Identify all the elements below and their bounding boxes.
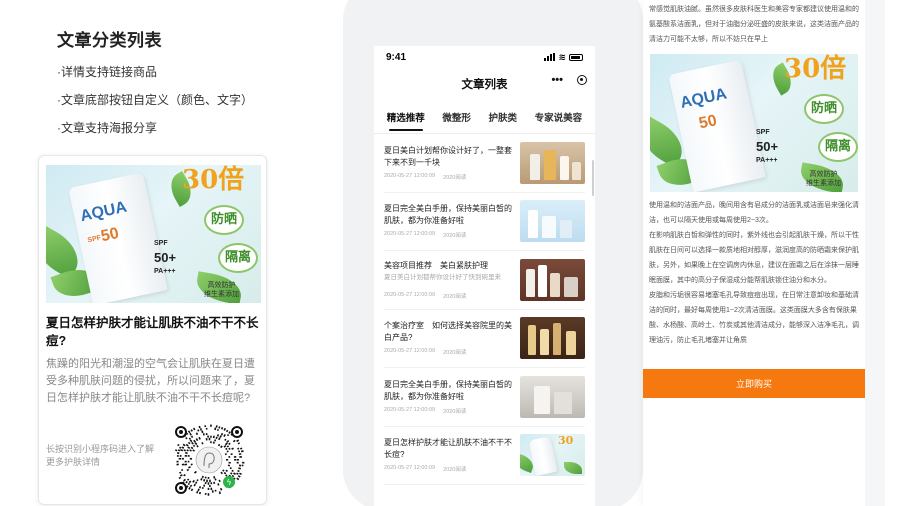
- article-title: 夏日完全美白手册，保持美丽白皙的肌肤，都为你准备好啦: [384, 204, 512, 226]
- features-panel: 文章分类列表 ·详情支持链接商品 ·文章底部按钮自定义（颜色、文字） ·文章支持…: [57, 26, 253, 147]
- image-caption: 维生素添加: [204, 291, 239, 298]
- article-date: 2020-05-27 12:00:09: [384, 348, 436, 355]
- feature-item: ·详情支持链接商品: [57, 65, 157, 79]
- article-thumbnail: [520, 258, 585, 301]
- article-item[interactable]: 夏日美白计划帮你设计好了，一整套下来不到一千块 2020-05-27 12:00…: [384, 134, 585, 193]
- close-miniprogram-icon[interactable]: [577, 75, 587, 85]
- feature-item: ·文章支持海报分享: [57, 121, 157, 135]
- article-date: 2020-05-27 12:00:09: [384, 172, 436, 179]
- screenshot-stage: 文章分类列表 ·详情支持链接商品 ·文章底部按钮自定义（颜色、文字） ·文章支持…: [0, 0, 899, 506]
- article-date: 2020-05-27 12:00:09: [384, 406, 436, 413]
- article-item[interactable]: 夏日怎样护肤才能让肌肤不油不干不长痘? 2020-05-27 12:00:09 2…: [384, 427, 585, 485]
- article-detail-page: 常感觉肌肤油腻。虽然很多皮肤科医生和美容专家都建议使用温和的氨基酸系洁面乳，但对…: [643, 0, 865, 506]
- phone-screen: 9:41 ≋ 文章列表 ••• 精选推荐 微整形 护肤类 专家说美容 夏日美白计…: [374, 46, 595, 506]
- pa-value: PA+++: [154, 268, 176, 275]
- article-item[interactable]: 夏日完全美白手册，保持美丽白皙的肌肤，都为你准备好啦 2020-05-27 12…: [384, 193, 585, 251]
- article-thumbnail: [520, 141, 585, 184]
- isolation-bubble: 隔离: [218, 243, 258, 273]
- brand-label: AQUA: [78, 198, 129, 226]
- article-title: 个案治疗室 如何选择美容院里的美白产品?: [384, 321, 512, 343]
- features-title: 文章分类列表: [57, 31, 162, 50]
- wifi-icon: ≋: [558, 51, 566, 62]
- detail-paragraph: 使用温和的洁面产品，晚间用含有皂成分的洁面乳或洁面皂来强化清洁，也可以隔天使用或…: [649, 202, 859, 224]
- article-title: 夏日怎样护肤才能让肌肤不油不干不长痘?: [384, 438, 512, 460]
- article-thumbnail: 30: [520, 434, 585, 477]
- nav-title: 文章列表: [461, 79, 508, 91]
- detail-side-rail: [865, 0, 885, 506]
- tab-micro-plastic[interactable]: 微整形: [440, 102, 473, 132]
- status-time: 9:41: [386, 51, 407, 63]
- image-caption: 高效防护: [207, 282, 236, 289]
- article-reads: 2020阅读: [443, 408, 467, 415]
- signal-icon: [544, 53, 556, 61]
- article-reads: 2020阅读: [443, 293, 467, 300]
- article-date: 2020-05-27 12:00:09: [384, 465, 436, 472]
- status-bar: 9:41 ≋: [374, 46, 595, 68]
- sunscreen-bubble: 防晒: [204, 205, 244, 235]
- spf-text: SPF: [154, 240, 168, 247]
- tab-featured[interactable]: 精选推荐: [385, 102, 427, 132]
- article-reads: 2020阅读: [443, 467, 467, 474]
- tab-expert-beauty[interactable]: 专家说美容: [533, 102, 585, 132]
- list-scrollbar[interactable]: [592, 160, 594, 196]
- article-title: 美容项目推荐 美白紧肤护理: [384, 260, 488, 270]
- miniprogram-qr-icon[interactable]: ϟ: [171, 422, 247, 498]
- article-date: 2020-05-27 12:00:09: [384, 231, 436, 238]
- article-item[interactable]: 个案治疗室 如何选择美容院里的美白产品? 2020-05-27 12:00:09…: [384, 310, 585, 368]
- miniprogram-capsule: •••: [551, 74, 587, 86]
- spf-label: SPF: [86, 234, 102, 245]
- article-thumbnail: [520, 375, 585, 418]
- article-thumbnail: [520, 200, 585, 243]
- article-item[interactable]: 夏日完全美白手册，保持美丽白皙的肌肤，都为你准备好啦 2020-05-27 12…: [384, 368, 585, 427]
- detail-paragraph: 皮脂和污垢很容易堵塞毛孔导致痘痘出现，在日常注意卸妆和基础清洁的同时，最好每周使…: [649, 292, 859, 344]
- article-thumbnail: [520, 317, 585, 360]
- poster-title: 夏日怎样护肤才能让肌肤不油不干不长痘?: [46, 316, 259, 348]
- more-icon[interactable]: •••: [551, 74, 563, 86]
- spf-value: 50+: [154, 250, 177, 265]
- article-title: 夏日美白计划帮你设计好了，一整套下来不到一千块: [384, 145, 512, 167]
- buy-now-button[interactable]: 立即购买: [643, 369, 865, 398]
- share-poster-card: AQUA SPF 50 SPF 50+ PA+++ 30倍 防晒 隔离 高效防护…: [38, 155, 267, 505]
- category-tabs: 精选推荐 微整形 护肤类 专家说美容: [374, 100, 595, 134]
- detail-product-image: AQUA 50 SPF 50+ PA+++ 30倍 防晒 隔离 高效防护 维生素添加: [650, 54, 858, 192]
- times-badge: 30倍: [182, 165, 245, 195]
- article-subtitle: 夏日美白计划都帮你设计好了快到碗里来: [384, 273, 501, 281]
- poster-product-image: AQUA SPF 50 SPF 50+ PA+++ 30倍 防晒 隔离 高效防护…: [46, 165, 261, 303]
- article-title: 夏日完全美白手册，保持美丽白皙的肌肤，都为你准备好啦: [384, 379, 512, 401]
- tab-skincare[interactable]: 护肤类: [487, 102, 520, 132]
- poster-description: 焦躁的阳光和潮湿的空气会让肌肤在夏日遭受多种肌肤问题的侵扰，所以问题来了，夏日怎…: [46, 358, 255, 404]
- battery-icon: [569, 53, 583, 61]
- article-reads: 2020阅读: [443, 174, 467, 181]
- svg-text:ϟ: ϟ: [226, 478, 231, 487]
- article-reads: 2020阅读: [443, 233, 467, 240]
- detail-paragraph: 在影响肌肤白皙和弹性的同时，紫外线也会引起肌肤干燥，所以干性肌肤在日间可以选择一…: [649, 232, 859, 284]
- article-list: 夏日美白计划帮你设计好了，一整套下来不到一千块 2020-05-27 12:00…: [374, 134, 595, 485]
- detail-text: 常感觉肌肤油腻。虽然很多皮肤科医生和美容专家都建议使用温和的氨基酸系洁面乳，但对…: [649, 6, 859, 43]
- feature-item: ·文章底部按钮自定义（颜色、文字）: [57, 93, 253, 107]
- article-item[interactable]: 美容项目推荐 美白紧肤护理 夏日美白计划都帮你设计好了快到碗里来 2020-05…: [384, 251, 585, 310]
- article-reads: 2020阅读: [443, 350, 467, 357]
- nav-bar: 文章列表 •••: [374, 68, 595, 100]
- qr-tip: 长按识别小程序码进入了解更多护肤详情: [46, 444, 155, 467]
- article-date: 2020-05-27 12:00:09: [384, 291, 436, 298]
